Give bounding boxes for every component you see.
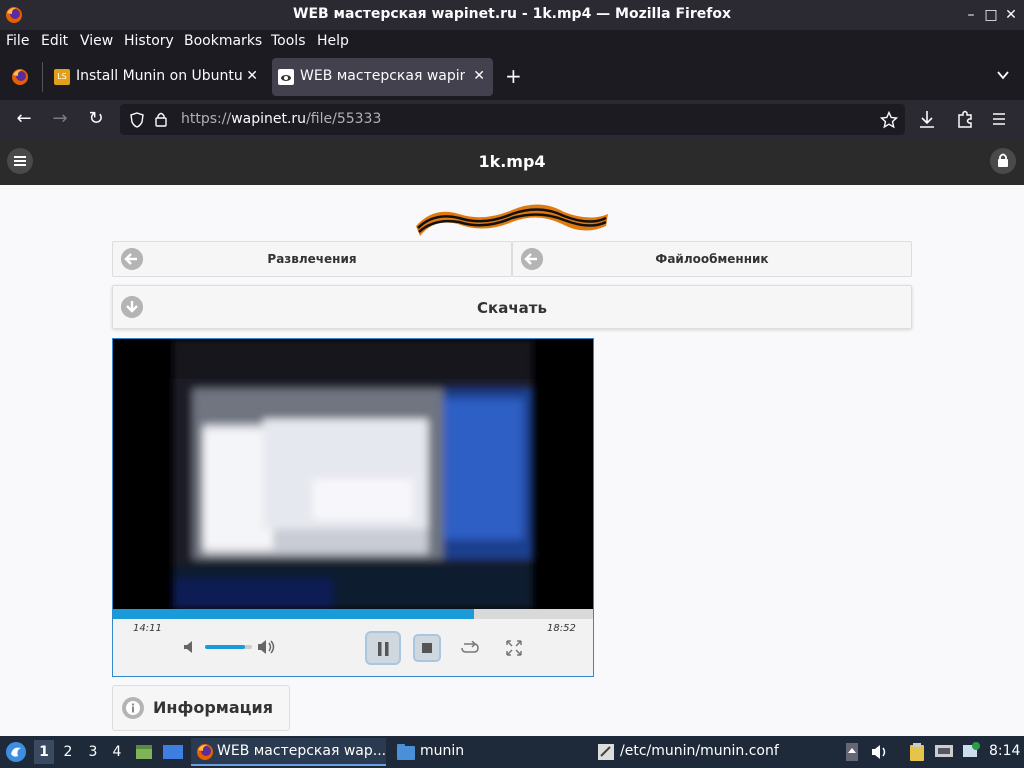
extensions-puzzle-icon[interactable] — [955, 109, 975, 129]
nav-entertainment-button[interactable]: Развлечения — [112, 241, 512, 277]
tray-up-arrow-icon[interactable] — [845, 742, 859, 762]
hamburger-menu-icon[interactable] — [991, 111, 1007, 127]
downloads-icon[interactable] — [918, 109, 936, 129]
linux-favicon-icon: LS — [54, 69, 70, 85]
window-title: WEB мастерская wapinet.ru - 1k.mp4 — Moz… — [293, 6, 731, 22]
volume-max-icon[interactable] — [257, 639, 277, 655]
volume-tray-icon[interactable] — [871, 743, 889, 761]
menu-edit[interactable]: Edit — [41, 33, 68, 49]
seek-bar[interactable] — [113, 609, 593, 619]
url-host: wapinet.ru — [231, 111, 307, 127]
st-george-ribbon-image — [416, 204, 608, 236]
duration: 18:52 — [547, 623, 576, 634]
site-login-button[interactable] — [990, 148, 1016, 174]
tab-separator — [42, 62, 43, 92]
current-time: 14:11 — [133, 623, 162, 634]
workspace-2[interactable]: 2 — [60, 744, 76, 760]
download-button[interactable]: Скачать — [112, 285, 912, 329]
padlock-icon — [998, 153, 1008, 167]
minimize-button[interactable]: – — [962, 6, 980, 24]
menu-history[interactable]: History — [124, 33, 174, 49]
navigation-toolbar: ← → ↻ https://wapinet.ru/file/55333 — [0, 100, 1024, 139]
pause-button[interactable] — [365, 631, 401, 665]
clipboard-icon[interactable] — [907, 742, 927, 762]
text-editor-icon — [598, 744, 614, 760]
lock-icon[interactable] — [154, 111, 168, 127]
tab-bar: LS Install Munin on Ubuntu : ✕ WEB масте… — [0, 54, 1024, 100]
close-tab-icon[interactable]: ✕ — [246, 68, 258, 84]
bookmark-star-icon[interactable] — [880, 111, 898, 129]
folder-icon — [397, 744, 415, 760]
window-titlebar: WEB мастерская wapinet.ru - 1k.mp4 — Moz… — [0, 0, 1024, 30]
video-frame[interactable] — [113, 339, 593, 609]
volume-slider[interactable] — [205, 645, 252, 649]
info-label: Информация — [153, 698, 273, 717]
taskbar-window-munin[interactable]: munin — [394, 738, 584, 766]
menu-view[interactable]: View — [80, 33, 113, 49]
menu-file[interactable]: File — [6, 33, 29, 49]
player-controls: 14:11 18:52 — [113, 609, 593, 676]
back-arrow-icon[interactable]: ← — [12, 108, 36, 130]
menu-bar: File Edit View History Bookmarks Tools H… — [0, 30, 1024, 54]
start-menu-icon[interactable] — [4, 740, 28, 764]
tab-title: WEB мастерская wapinet — [300, 68, 465, 84]
file-manager-launcher-icon[interactable] — [134, 742, 154, 762]
url-text[interactable]: https://wapinet.ru/file/55333 — [181, 111, 381, 127]
menu-help[interactable]: Help — [317, 33, 349, 49]
tracking-shield-icon[interactable] — [130, 112, 144, 128]
workspace-4[interactable]: 4 — [109, 744, 125, 760]
download-label: Скачать — [477, 299, 547, 317]
taskbar-window-title: /etc/munin/munin.conf — [620, 743, 779, 759]
taskbar-window-title: munin — [420, 743, 465, 759]
page-title: 1k.mp4 — [478, 152, 546, 171]
fullscreen-icon[interactable] — [506, 640, 522, 656]
chevron-down-icon[interactable] — [996, 68, 1010, 82]
desktop-taskbar: 1 2 3 4 WEB мастерская wap... munin /etc… — [0, 736, 1024, 768]
stop-icon — [422, 643, 432, 653]
workspace-3[interactable]: 3 — [85, 744, 101, 760]
nav-fileshare-label: Файлообменник — [655, 252, 769, 266]
volume-level — [205, 645, 245, 649]
reload-icon[interactable]: ↻ — [84, 108, 108, 130]
repeat-icon[interactable] — [460, 641, 480, 655]
close-tab-icon[interactable]: ✕ — [473, 68, 485, 84]
pause-icon — [378, 642, 389, 656]
tab-install-munin[interactable]: LS Install Munin on Ubuntu : ✕ — [48, 58, 266, 96]
info-icon — [122, 697, 144, 719]
maximize-button[interactable]: □ — [982, 6, 1000, 24]
menu-bookmarks[interactable]: Bookmarks — [184, 33, 262, 49]
clock[interactable]: 8:14 — [989, 743, 1020, 759]
tab-wapinet[interactable]: WEB мастерская wapinet ✕ — [272, 58, 493, 96]
nav-fileshare-button[interactable]: Файлообменник — [512, 241, 912, 277]
url-path: /file/55333 — [306, 111, 382, 127]
desktop-launcher-icon[interactable] — [162, 742, 184, 762]
firefox-logo-icon — [197, 744, 213, 760]
url-bar[interactable]: https://wapinet.ru/file/55333 — [120, 104, 905, 135]
forward-arrow-icon[interactable]: → — [48, 108, 72, 130]
video-player[interactable]: 14:11 18:52 — [112, 338, 594, 677]
seek-bar-played — [113, 609, 474, 619]
stop-button[interactable] — [413, 634, 441, 662]
info-button[interactable]: Информация — [112, 685, 290, 731]
taskbar-window-firefox[interactable]: WEB мастерская wap... — [191, 738, 386, 766]
notification-icon[interactable] — [962, 742, 980, 760]
url-scheme: https:// — [181, 111, 232, 127]
wapinet-favicon-icon — [278, 69, 294, 85]
nav-entertainment-label: Развлечения — [267, 252, 357, 266]
new-tab-plus-icon[interactable]: + — [505, 64, 522, 88]
video-frame-image — [113, 339, 593, 609]
network-icon[interactable] — [934, 743, 954, 761]
close-window-button[interactable]: ✕ — [1002, 6, 1020, 24]
mute-speaker-icon[interactable] — [183, 640, 197, 654]
workspace-1[interactable]: 1 — [36, 744, 52, 760]
menu-tools[interactable]: Tools — [271, 33, 306, 49]
taskbar-window-title: WEB мастерская wap... — [217, 743, 387, 759]
firefox-view-icon[interactable] — [10, 67, 30, 87]
taskbar-window-munin-conf[interactable]: /etc/munin/munin.conf — [594, 738, 824, 766]
tab-title: Install Munin on Ubuntu : — [76, 68, 246, 84]
site-header: 1k.mp4 — [0, 139, 1024, 185]
